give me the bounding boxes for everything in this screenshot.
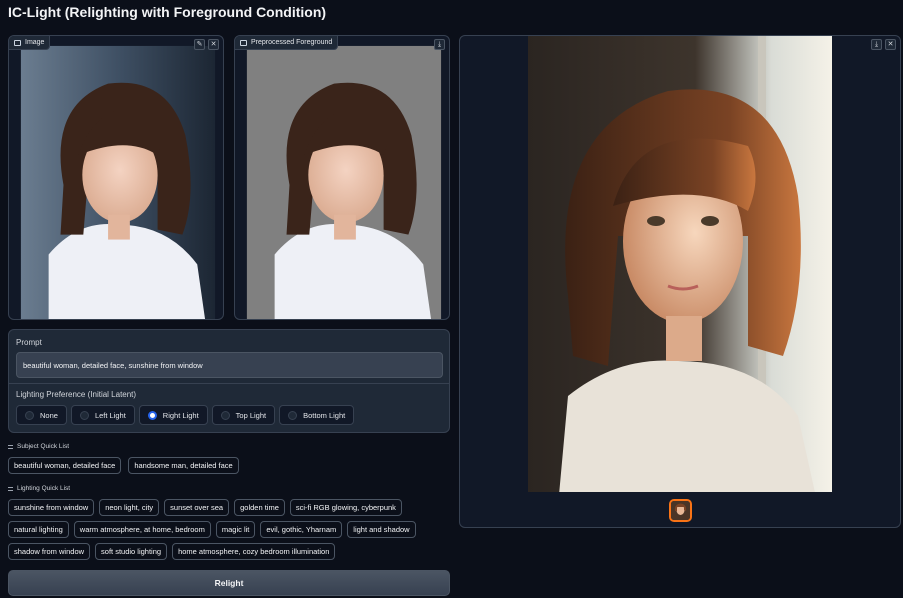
lighting-quick-list-header: Lighting Quick List [8, 485, 70, 492]
lighting-preference-radio-group: None Left Light Right Light Top Light Bo… [16, 405, 355, 425]
radio-none[interactable]: None [16, 405, 67, 425]
radio-top-light[interactable]: Top Light [211, 405, 276, 425]
lighting-chip[interactable]: sci-fi RGB glowing, cyberpunk [289, 499, 402, 516]
subject-chip[interactable]: handsome man, detailed face [128, 457, 239, 474]
lighting-quick-list-row-2: natural lighting warm atmosphere, at hom… [8, 521, 416, 538]
radio-right-light[interactable]: Right Light [138, 405, 208, 425]
download-icon[interactable]: ⤓ [434, 39, 445, 50]
download-icon[interactable]: ⤓ [871, 39, 882, 50]
image-icon [240, 39, 247, 46]
image-label: Image [25, 39, 45, 46]
divider [9, 383, 449, 384]
lighting-chip[interactable]: soft studio lighting [95, 543, 168, 560]
list-icon [8, 486, 13, 491]
list-icon [8, 444, 13, 449]
radio-dot [220, 410, 230, 420]
prompt-textarea[interactable]: beautiful woman, detailed face, sunshine… [16, 352, 443, 378]
preprocessed-label: Preprocessed Foreground [251, 39, 333, 46]
lighting-chip[interactable]: sunshine from window [8, 499, 95, 516]
preprocessed-label-tag: Preprocessed Foreground [235, 36, 339, 50]
lighting-quick-list-row-3: shadow from window soft studio lighting … [8, 543, 336, 560]
subject-quick-list: beautiful woman, detailed face handsome … [8, 457, 239, 474]
prompt-label: Prompt [16, 338, 42, 347]
output-thumbnail[interactable] [669, 499, 692, 522]
lighting-chip[interactable]: shadow from window [8, 543, 91, 560]
lighting-preference-label: Lighting Preference (Initial Latent) [16, 390, 137, 399]
lighting-chip[interactable]: sunset over sea [164, 499, 230, 516]
subject-quick-list-header: Subject Quick List [8, 443, 69, 450]
radio-dot [79, 410, 89, 420]
subject-quick-list-label: Subject Quick List [17, 443, 70, 450]
lighting-chip[interactable]: natural lighting [8, 521, 69, 538]
app-title: IC-Light (Relighting with Foreground Con… [8, 4, 327, 20]
lighting-chip[interactable]: evil, gothic, Yharnam [260, 521, 343, 538]
radio-dot [25, 410, 34, 420]
radio-right-light-label: Right Light [162, 410, 199, 420]
lighting-chip[interactable]: golden time [234, 499, 285, 516]
input-portrait-image [20, 45, 216, 319]
close-icon[interactable]: ✕ [885, 39, 896, 50]
preprocessed-foreground-panel: Preprocessed Foreground ⤓ [234, 35, 450, 320]
lighting-chip[interactable]: warm atmosphere, at home, bedroom [73, 521, 211, 538]
radio-dot [288, 410, 298, 420]
radio-left-light[interactable]: Left Light [70, 405, 135, 425]
image-icon [14, 39, 21, 46]
relight-button[interactable]: Relight [8, 570, 450, 596]
output-gallery-panel: ⤓ ✕ [459, 35, 901, 528]
image-label-tag: Image [9, 36, 51, 50]
lighting-chip[interactable]: home atmosphere, cozy bedroom illuminati… [172, 543, 336, 560]
lighting-quick-list-label: Lighting Quick List [17, 485, 71, 492]
radio-bottom-light[interactable]: Bottom Light [279, 405, 355, 425]
preprocessed-portrait-image [246, 45, 442, 319]
radio-left-light-label: Left Light [94, 410, 126, 420]
close-icon[interactable]: ✕ [208, 39, 219, 50]
radio-bottom-light-label: Bottom Light [303, 410, 346, 420]
prompt-settings-box: Prompt beautiful woman, detailed face, s… [8, 329, 450, 433]
lighting-quick-list-row-1: sunshine from window neon light, city su… [8, 499, 402, 516]
lighting-chip[interactable]: light and shadow [347, 521, 416, 538]
radio-top-light-label: Top Light [235, 410, 267, 420]
pencil-icon[interactable]: ✎ [194, 39, 205, 50]
lighting-chip[interactable]: neon light, city [99, 499, 160, 516]
input-image-panel[interactable]: Image ✎ ✕ [8, 35, 224, 320]
subject-chip[interactable]: beautiful woman, detailed face [8, 457, 122, 474]
radio-dot-selected [147, 410, 157, 420]
output-relit-portrait[interactable] [528, 36, 832, 492]
radio-none-label: None [40, 410, 58, 420]
lighting-chip[interactable]: magic lit [215, 521, 256, 538]
